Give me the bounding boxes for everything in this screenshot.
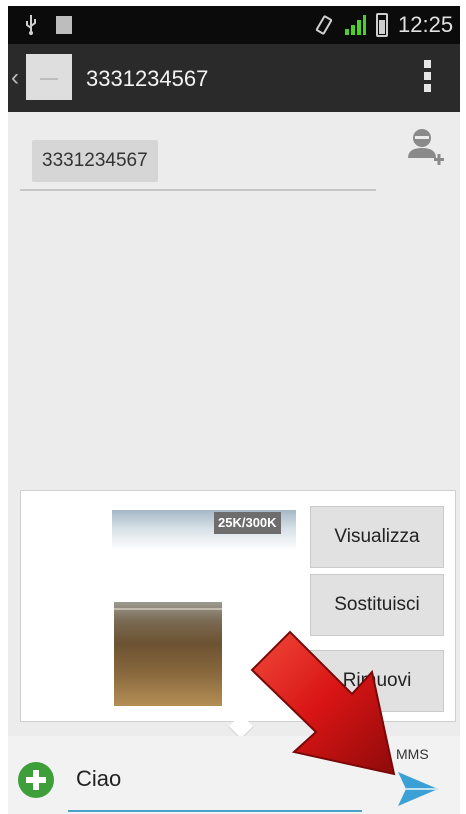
replace-attachment-button[interactable]: Sostituisci (310, 574, 444, 636)
mms-label: MMS (396, 746, 429, 762)
status-bar: 12:25 (8, 6, 460, 44)
phone-screen: 12:25 ‹ 3331234567 3331234567 25K/300K V… (8, 6, 460, 814)
recipient-field-underline (20, 189, 376, 191)
attachment-image-thumbnail[interactable] (114, 602, 222, 706)
message-input-underline (68, 810, 362, 812)
send-icon[interactable] (396, 768, 440, 810)
chevron-left-icon[interactable]: ‹ (11, 66, 25, 90)
attachment-size-badge: 25K/300K (214, 512, 281, 534)
action-bar: ‹ 3331234567 (8, 44, 460, 112)
contact-avatar[interactable] (26, 54, 72, 100)
rotate-icon (315, 15, 333, 35)
usb-icon (26, 15, 36, 35)
battery-icon (376, 13, 388, 37)
compose-bar: Ciao MMS (8, 736, 460, 814)
message-input[interactable]: Ciao (76, 766, 362, 802)
add-contact-icon[interactable] (404, 126, 446, 170)
add-attachment-icon[interactable] (18, 762, 54, 798)
conversation-title: 3331234567 (86, 66, 209, 91)
view-attachment-button[interactable]: Visualizza (310, 506, 444, 568)
remove-attachment-button[interactable]: Rimuovi (310, 650, 444, 712)
sd-card-icon (56, 16, 72, 34)
signal-icon (345, 15, 366, 35)
recipient-chip[interactable]: 3331234567 (32, 140, 158, 182)
overflow-menu-icon[interactable] (424, 60, 432, 96)
clock: 12:25 (398, 12, 454, 37)
